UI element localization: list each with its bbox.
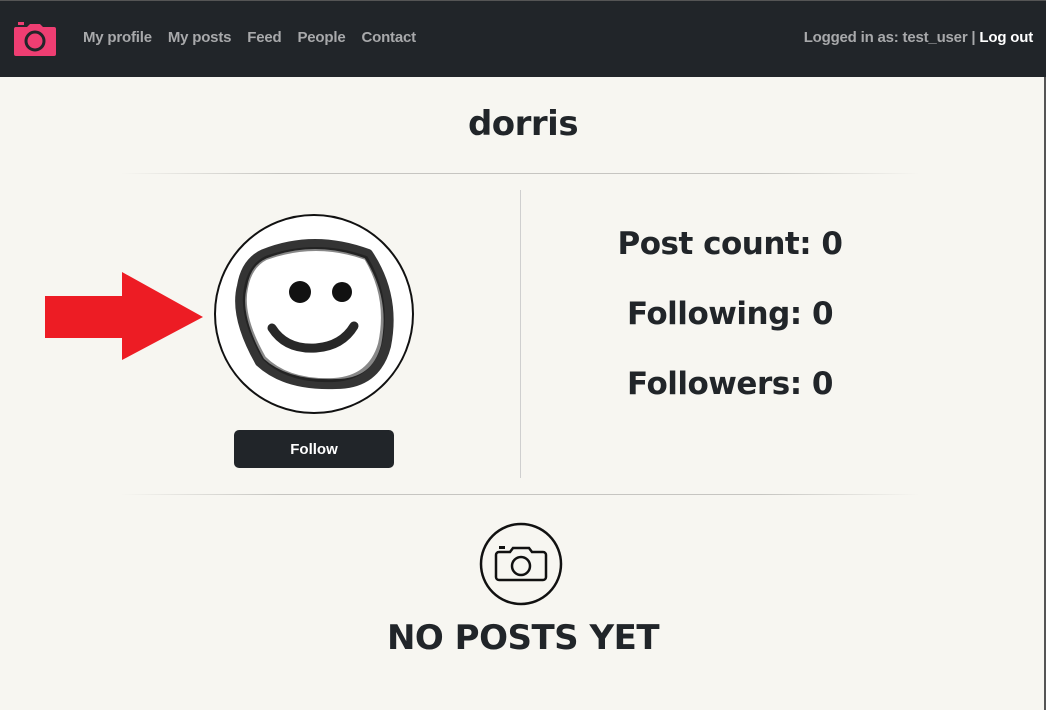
no-posts-message: NO POSTS YET xyxy=(386,618,660,658)
nav-my-profile[interactable]: My profile xyxy=(83,29,152,46)
smiley-face-icon xyxy=(235,239,394,390)
following-count: Following: 0 xyxy=(626,296,834,332)
nav-contact[interactable]: Contact xyxy=(361,29,416,46)
navbar: My profile My posts Feed People Contact … xyxy=(0,0,1046,77)
nav-feed[interactable]: Feed xyxy=(247,29,281,46)
user-status: Logged in as: test_user | Log out xyxy=(803,29,1034,46)
followers-count: Followers: 0 xyxy=(627,366,833,402)
red-arrow-annotation xyxy=(45,272,203,360)
profile-username: dorris xyxy=(467,104,579,144)
camera-icon[interactable] xyxy=(14,22,56,56)
camera-icon xyxy=(479,522,563,606)
follow-button[interactable]: Follow xyxy=(234,430,394,468)
divider-top xyxy=(120,173,920,174)
post-count: Post count: 0 xyxy=(617,226,843,262)
logged-in-text: Logged in as: test_user | xyxy=(803,29,976,46)
nav-my-posts[interactable]: My posts xyxy=(168,29,232,46)
avatar xyxy=(214,214,414,414)
logout-link[interactable]: Log out xyxy=(979,29,1033,46)
divider-middle xyxy=(120,494,920,495)
nav-people[interactable]: People xyxy=(297,29,345,46)
nav-links: My profile My posts Feed People Contact xyxy=(83,29,416,46)
